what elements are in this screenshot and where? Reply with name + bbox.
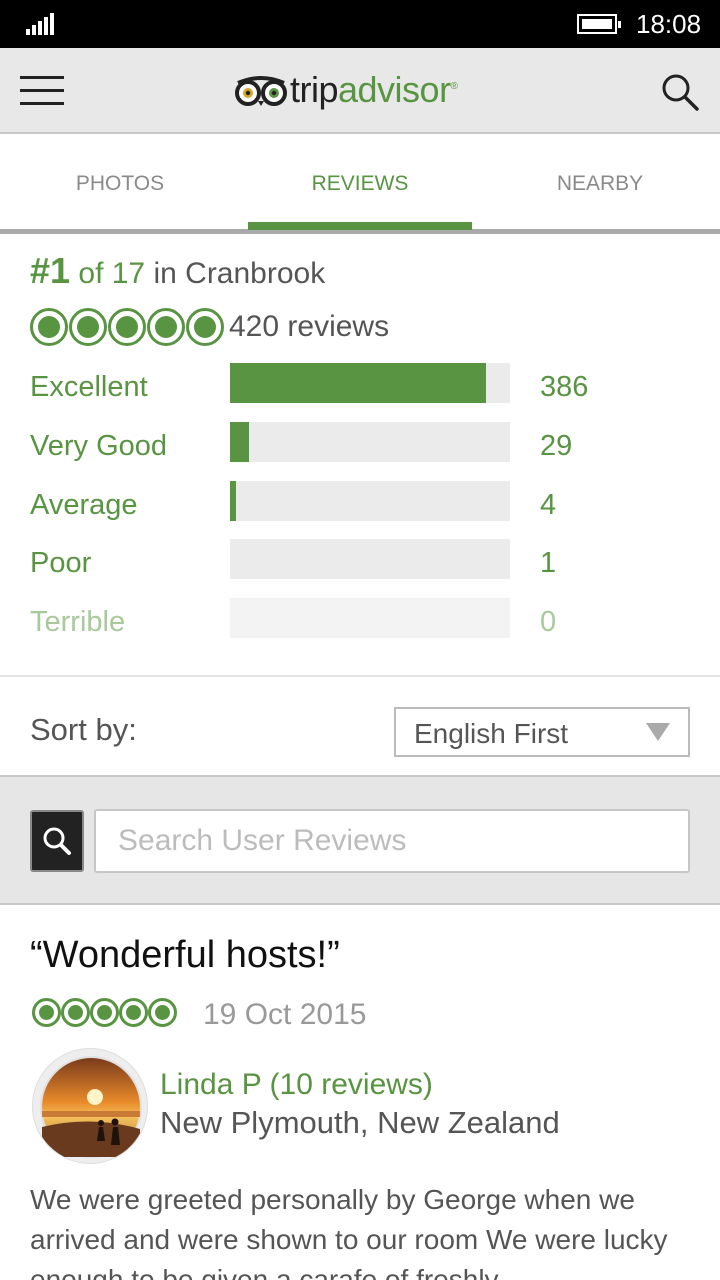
divider <box>0 675 720 677</box>
rating-count: 386 <box>540 371 589 403</box>
signal-icon <box>26 13 56 35</box>
sort-dropdown[interactable]: English First <box>394 707 690 757</box>
logo-wordmark: tripadvisor® <box>290 69 458 110</box>
rating-row-terrible: Terrible 0 <box>0 598 720 648</box>
rating-count: 4 <box>540 489 557 521</box>
search-reviews-input[interactable] <box>94 809 690 873</box>
status-bar: 18:08 <box>0 0 720 48</box>
rank-number: #1 <box>30 250 71 291</box>
review-title[interactable]: “Wonderful hosts!” <box>30 934 340 977</box>
rank-location: in Cranbrook <box>153 257 326 290</box>
rating-bubble-icon <box>108 308 146 346</box>
sort-label: Sort by: <box>30 712 137 747</box>
rating-bubble-icon <box>32 998 61 1027</box>
rating-row-very-good[interactable]: Very Good 29 <box>0 422 720 472</box>
rating-bubble-icon <box>148 998 177 1027</box>
rating-bubble-icon <box>69 308 107 346</box>
review-date: 19 Oct 2015 <box>203 998 367 1031</box>
clock: 18:08 <box>636 9 702 39</box>
total-reviews: 420 reviews <box>229 310 390 343</box>
ranking: #1 of 17 in Cranbrook <box>30 250 325 292</box>
overall-rating-bubbles <box>30 308 225 346</box>
rating-row-excellent[interactable]: Excellent 386 <box>0 363 720 413</box>
rating-label: Average <box>30 489 138 521</box>
tab-nearby[interactable]: NEARBY <box>480 134 720 230</box>
rating-row-average[interactable]: Average 4 <box>0 481 720 531</box>
rating-label: Poor <box>30 547 92 579</box>
rating-bar <box>230 539 510 579</box>
rating-bubble-icon <box>90 998 119 1027</box>
tab-bar: PHOTOS REVIEWS NEARBY <box>0 134 720 234</box>
sort-selected-value: English First <box>414 718 569 749</box>
reviewer-name[interactable]: Linda P (10 reviews) <box>160 1068 433 1102</box>
rating-row-poor[interactable]: Poor 1 <box>0 539 720 589</box>
rating-bubble-icon <box>30 308 68 346</box>
reviewer-location: New Plymouth, New Zealand <box>160 1105 560 1140</box>
rating-bar-fill <box>230 481 236 521</box>
rating-bar <box>230 422 510 462</box>
review-search-button[interactable] <box>30 810 84 872</box>
review-rating-bubbles <box>32 998 177 1027</box>
hamburger-menu-icon[interactable] <box>20 76 64 106</box>
tripadvisor-owl-logo <box>235 76 287 106</box>
tab-photos[interactable]: PHOTOS <box>0 134 240 230</box>
rating-count: 1 <box>540 547 557 579</box>
rating-label: Excellent <box>30 371 148 403</box>
tab-reviews[interactable]: REVIEWS <box>240 134 480 230</box>
search-icon <box>43 827 71 855</box>
rating-bar-fill <box>230 422 250 462</box>
tripadvisor-logo: tripadvisor® <box>234 66 458 114</box>
rank-of: of 17 <box>78 257 146 290</box>
chevron-down-icon <box>646 723 670 741</box>
search-icon[interactable] <box>660 72 700 112</box>
rating-bar <box>230 363 510 403</box>
review-search-bar <box>0 775 720 905</box>
rating-bubble-icon <box>61 998 90 1027</box>
rating-label: Very Good <box>30 430 168 462</box>
battery-icon <box>577 14 621 34</box>
rating-bubble-icon <box>119 998 148 1027</box>
rating-label: Terrible <box>30 606 126 638</box>
rating-bar-fill <box>230 363 486 403</box>
rating-count: 29 <box>540 430 573 462</box>
review-body: We were greeted personally by George whe… <box>30 1184 668 1280</box>
rating-bubble-icon <box>147 308 185 346</box>
avatar[interactable] <box>32 1048 148 1164</box>
rating-bar <box>230 481 510 521</box>
rating-bubble-icon <box>186 308 224 346</box>
rating-count: 0 <box>540 606 557 638</box>
rating-bar <box>230 598 510 638</box>
app-header: tripadvisor® <box>0 48 720 134</box>
